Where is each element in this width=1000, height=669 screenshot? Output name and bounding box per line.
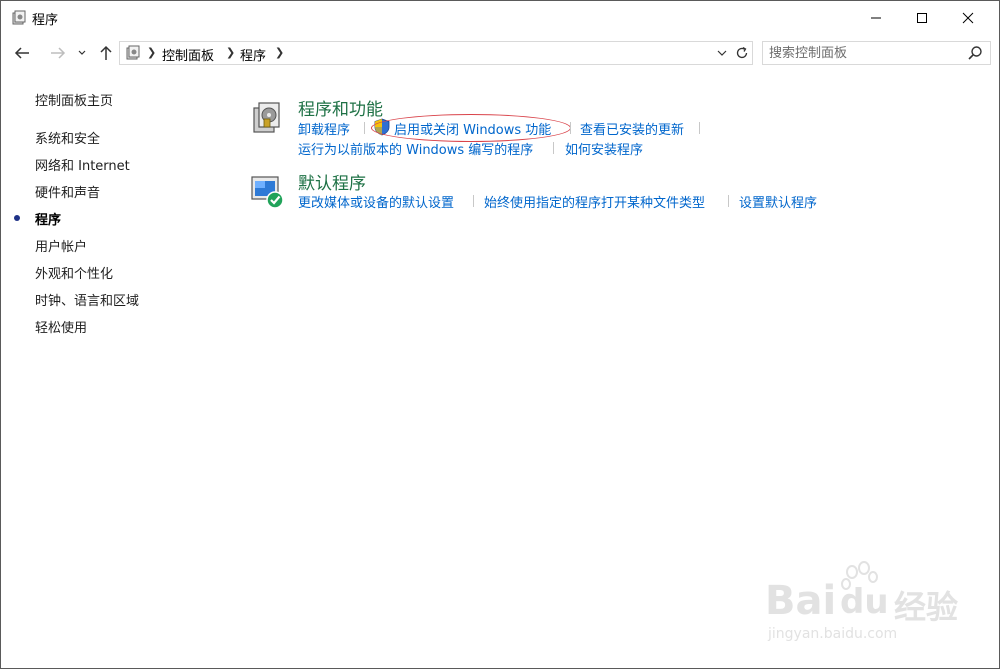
minimize-button[interactable] (853, 1, 899, 35)
sidebar-item-hardware-sound[interactable]: 硬件和声音 (35, 182, 100, 201)
programs-window-icon (12, 10, 26, 25)
close-icon (962, 12, 974, 24)
search-box[interactable] (762, 41, 991, 65)
sidebar-item-system-security[interactable]: 系统和安全 (35, 128, 100, 147)
chevron-right-icon: ❯ (147, 46, 157, 59)
close-button[interactable] (945, 1, 991, 35)
refresh-icon (736, 46, 748, 59)
search-input[interactable] (769, 43, 959, 63)
highlight-ellipse (371, 114, 571, 142)
arrow-right-icon (51, 47, 66, 59)
change-media-defaults-link[interactable]: 更改媒体或设备的默认设置 (298, 192, 454, 211)
default-programs-icon[interactable] (250, 174, 286, 210)
forward-button[interactable] (45, 41, 71, 65)
how-to-install-link[interactable]: 如何安装程序 (565, 139, 643, 158)
sidebar-item-user-accounts[interactable]: 用户帐户 (35, 236, 87, 255)
programs-features-icon[interactable] (250, 99, 286, 135)
arrow-left-icon (14, 47, 29, 59)
maximize-button[interactable] (899, 1, 945, 35)
link-separator (553, 142, 554, 154)
address-bar[interactable]: ❯ 控制面板 ❯ 程序 ❯ (119, 41, 753, 65)
sidebar-home-link[interactable]: 控制面板主页 (35, 90, 113, 109)
chevron-right-icon: ❯ (226, 46, 236, 59)
programs-features-title[interactable]: 程序和功能 (298, 95, 383, 120)
run-older-programs-link[interactable]: 运行为以前版本的 Windows 编写的程序 (298, 139, 533, 158)
sidebar-item-appearance[interactable]: 外观和个性化 (35, 263, 113, 282)
control-panel-icon (126, 45, 140, 60)
back-button[interactable] (9, 41, 35, 65)
recent-locations-button[interactable] (75, 41, 89, 65)
sidebar-item-ease-of-access[interactable]: 轻松使用 (35, 317, 87, 336)
search-icon[interactable] (967, 45, 983, 61)
link-separator (699, 122, 700, 134)
chevron-down-icon (78, 50, 86, 55)
link-separator (364, 122, 365, 134)
link-separator (728, 195, 729, 207)
default-programs-title[interactable]: 默认程序 (298, 169, 366, 194)
minimize-icon (871, 17, 881, 19)
file-type-association-link[interactable]: 始终使用指定的程序打开某种文件类型 (484, 192, 705, 211)
set-default-programs-link[interactable]: 设置默认程序 (739, 192, 817, 211)
link-separator (570, 122, 571, 134)
view-installed-updates-link[interactable]: 查看已安装的更新 (580, 119, 684, 138)
chevron-right-icon[interactable]: ❯ (275, 46, 284, 59)
uninstall-program-link[interactable]: 卸载程序 (298, 119, 350, 138)
arrow-up-icon (100, 45, 112, 60)
address-dropdown-button[interactable] (712, 42, 732, 64)
refresh-button[interactable] (731, 41, 753, 65)
navigation-bar: ❯ 控制面板 ❯ 程序 ❯ (1, 35, 999, 71)
current-item-bullet (14, 215, 20, 221)
breadcrumb-control-panel[interactable]: 控制面板 (162, 45, 214, 64)
maximize-icon (917, 13, 927, 23)
sidebar-item-network-internet[interactable]: 网络和 Internet (35, 155, 130, 174)
link-separator (473, 195, 474, 207)
sidebar-item-programs[interactable]: 程序 (35, 209, 61, 228)
sidebar-item-clock-language-region[interactable]: 时钟、语言和区域 (35, 290, 139, 309)
chevron-down-icon (717, 50, 727, 56)
up-button[interactable] (95, 41, 117, 65)
window-title: 程序 (32, 13, 59, 28)
control-panel-window: 程序 ❯ 控制面板 ❯ 程序 ❯ 搜索控制面板 控制面板主页 系统和安全 网络和… (0, 0, 1000, 669)
title-bar: 程序 (1, 1, 999, 35)
breadcrumb-programs[interactable]: 程序 (240, 45, 266, 64)
